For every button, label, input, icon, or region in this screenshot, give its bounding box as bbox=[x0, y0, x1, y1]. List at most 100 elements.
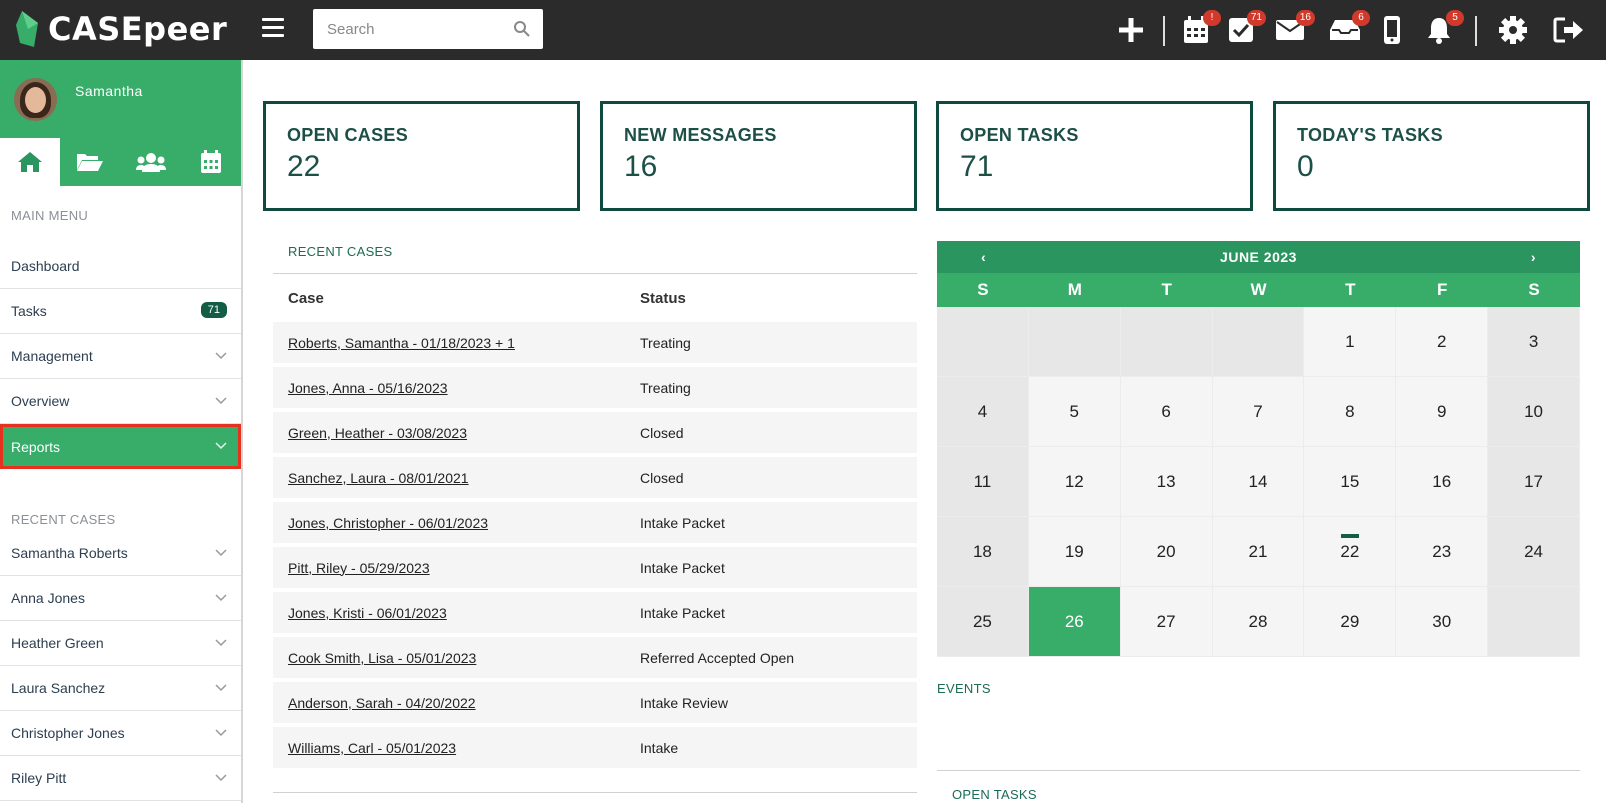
table-row: Cook Smith, Lisa - 05/01/2023 Referred Ac… bbox=[273, 637, 917, 678]
tab-home[interactable] bbox=[0, 138, 61, 186]
hamburger-menu-icon[interactable] bbox=[262, 18, 284, 38]
case-link[interactable]: Jones, Kristi - 06/01/2023 bbox=[273, 605, 640, 621]
case-link[interactable]: Williams, Carl - 05/01/2023 bbox=[273, 740, 640, 756]
calendar-day[interactable]: 15 bbox=[1304, 447, 1397, 517]
calendar-day[interactable]: 11 bbox=[937, 447, 1029, 517]
calendar-prev-button[interactable]: ‹ bbox=[981, 249, 986, 265]
calendar-day[interactable]: 2 bbox=[1396, 307, 1489, 377]
events-heading: EVENTS bbox=[937, 681, 991, 696]
calendar-day[interactable]: 29 bbox=[1304, 587, 1397, 657]
sidebar-item-management[interactable]: Management bbox=[0, 334, 241, 379]
calendar-day[interactable]: 26 bbox=[1028, 587, 1121, 657]
case-link[interactable]: Jones, Anna - 05/16/2023 bbox=[273, 380, 640, 396]
add-plus-icon[interactable] bbox=[1114, 12, 1148, 48]
calendar-day[interactable]: 24 bbox=[1488, 517, 1580, 587]
sidebar-item-reports[interactable]: Reports bbox=[0, 424, 241, 469]
calendar-day[interactable]: 6 bbox=[1120, 377, 1213, 447]
calendar-day[interactable]: 16 bbox=[1396, 447, 1489, 517]
calendar-day[interactable]: 12 bbox=[1028, 447, 1121, 517]
sidebar-recent-case[interactable]: Laura Sanchez bbox=[0, 666, 241, 711]
tab-cases[interactable] bbox=[60, 138, 120, 186]
table-row: Jones, Christopher - 06/01/2023 Intake Pa… bbox=[273, 502, 917, 543]
case-status: Referred Accepted Open bbox=[640, 649, 795, 666]
chevron-down-icon bbox=[215, 639, 227, 647]
app-logo[interactable]: CASEpeer bbox=[14, 6, 227, 52]
sidebar-recent-case[interactable]: Samantha Roberts bbox=[0, 531, 241, 576]
calendar-day[interactable]: 27 bbox=[1120, 587, 1213, 657]
case-status: Closed bbox=[640, 469, 684, 486]
divider bbox=[937, 770, 1580, 771]
table-row: Anderson, Sarah - 04/20/2022 Intake Revie… bbox=[273, 682, 917, 723]
stat-card-new-messages[interactable]: NEW MESSAGES 16 bbox=[600, 101, 917, 211]
phone-icon[interactable] bbox=[1375, 12, 1409, 48]
notifications-badge: 5 bbox=[1446, 10, 1464, 26]
column-header-case[interactable]: Case bbox=[273, 290, 640, 307]
calendar-badge: ! bbox=[1203, 10, 1221, 26]
calendar: ‹ JUNE 2023 › S M T W T F S 1 2 3 4 5 6 7 8 9 10 1… bbox=[937, 241, 1580, 657]
calendar-day[interactable]: 19 bbox=[1028, 517, 1121, 587]
sidebar-recent-case[interactable]: Riley Pitt bbox=[0, 756, 241, 801]
table-row: Jones, Anna - 05/16/2023 Treating bbox=[273, 367, 917, 408]
column-header-status[interactable]: Status bbox=[640, 290, 917, 307]
sidebar-item-tasks[interactable]: Tasks 71 bbox=[0, 289, 241, 334]
calendar-day[interactable]: 4 bbox=[937, 377, 1029, 447]
calendar-day[interactable]: 28 bbox=[1212, 587, 1305, 657]
logout-icon[interactable] bbox=[1552, 12, 1586, 48]
calendar-day[interactable]: 7 bbox=[1212, 377, 1305, 447]
stat-value: 22 bbox=[287, 150, 321, 183]
sidebar-recent-case[interactable]: Anna Jones bbox=[0, 576, 241, 621]
tab-contacts[interactable] bbox=[121, 138, 181, 186]
case-link[interactable]: Roberts, Samantha - 01/18/2023 + 1 bbox=[273, 335, 640, 351]
calendar-day[interactable]: 23 bbox=[1396, 517, 1489, 587]
sidebar-recent-case[interactable]: Heather Green bbox=[0, 621, 241, 666]
calendar-day[interactable]: 14 bbox=[1212, 447, 1305, 517]
weekday-label: F bbox=[1437, 280, 1448, 299]
tasks-check-icon[interactable]: 71 bbox=[1224, 10, 1266, 48]
weekday-label: S bbox=[977, 280, 989, 299]
calendar-day[interactable]: 20 bbox=[1120, 517, 1213, 587]
stat-card-open-tasks[interactable]: OPEN TASKS 71 bbox=[936, 101, 1253, 211]
calendar-day[interactable]: 5 bbox=[1028, 377, 1121, 447]
stat-card-todays-tasks[interactable]: TODAY'S TASKS 0 bbox=[1273, 101, 1590, 211]
calendar-day[interactable]: 13 bbox=[1120, 447, 1213, 517]
calendar-day[interactable]: 10 bbox=[1488, 377, 1580, 447]
calendar-day[interactable]: 21 bbox=[1212, 517, 1305, 587]
calendar-icon[interactable]: ! bbox=[1179, 10, 1221, 48]
messages-envelope-icon[interactable]: 16 bbox=[1273, 10, 1315, 48]
user-profile[interactable]: Samantha bbox=[0, 60, 241, 138]
notifications-bell-icon[interactable]: 5 bbox=[1422, 10, 1464, 48]
calendar-day[interactable]: 17 bbox=[1488, 447, 1580, 517]
calendar-day[interactable]: 22 bbox=[1304, 517, 1397, 587]
search-input[interactable] bbox=[313, 9, 498, 49]
case-link[interactable]: Cook Smith, Lisa - 05/01/2023 bbox=[273, 650, 640, 666]
calendar-empty-cell bbox=[1488, 587, 1580, 657]
sidebar-recent-case[interactable]: Christopher Jones bbox=[0, 711, 241, 756]
calendar-day[interactable]: 25 bbox=[937, 587, 1029, 657]
chevron-down-icon bbox=[215, 594, 227, 602]
case-link[interactable]: Anderson, Sarah - 04/20/2022 bbox=[273, 695, 640, 711]
calendar-day[interactable]: 9 bbox=[1396, 377, 1489, 447]
stat-card-open-cases[interactable]: OPEN CASES 22 bbox=[263, 101, 580, 211]
calendar-next-button[interactable]: › bbox=[1531, 249, 1536, 265]
case-link[interactable]: Jones, Christopher - 06/01/2023 bbox=[273, 515, 640, 531]
calendar-day[interactable]: 30 bbox=[1396, 587, 1489, 657]
search-icon[interactable] bbox=[513, 20, 531, 38]
calendar-day[interactable]: 1 bbox=[1304, 307, 1397, 377]
case-link[interactable]: Pitt, Riley - 05/29/2023 bbox=[273, 560, 640, 576]
case-link[interactable]: Sanchez, Laura - 08/01/2021 bbox=[273, 470, 640, 486]
leaf-logo-icon bbox=[16, 11, 38, 47]
stat-label: NEW MESSAGES bbox=[624, 125, 777, 145]
calendar-day[interactable]: 8 bbox=[1304, 377, 1397, 447]
case-link[interactable]: Green, Heather - 03/08/2023 bbox=[273, 425, 640, 441]
sidebar-item-overview[interactable]: Overview bbox=[0, 379, 241, 424]
calendar-day[interactable]: 18 bbox=[937, 517, 1029, 587]
chevron-down-icon bbox=[215, 442, 227, 450]
toolbar-divider bbox=[1163, 16, 1165, 46]
calendar-empty-cell bbox=[1212, 307, 1305, 377]
settings-gear-icon[interactable] bbox=[1496, 12, 1530, 48]
sidebar-item-label: Christopher Jones bbox=[11, 725, 125, 741]
sidebar-item-dashboard[interactable]: Dashboard bbox=[0, 244, 241, 289]
inbox-icon[interactable]: 6 bbox=[1328, 10, 1370, 48]
tab-calendar[interactable] bbox=[181, 138, 241, 186]
calendar-day[interactable]: 3 bbox=[1488, 307, 1580, 377]
